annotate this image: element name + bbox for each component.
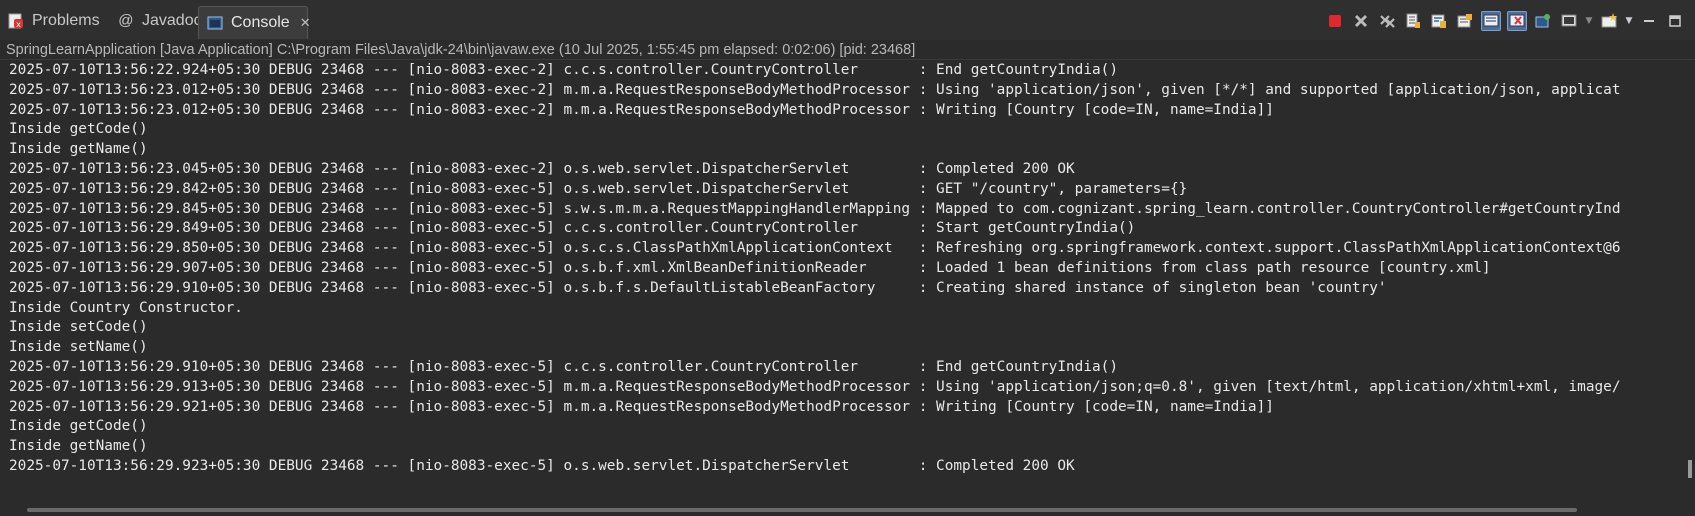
- svg-text:x: x: [16, 20, 21, 29]
- close-icon[interactable]: ✕: [300, 15, 311, 31]
- problems-icon: x: [8, 13, 24, 29]
- console-line: 2025-07-10T13:56:23.012+05:30 DEBUG 2346…: [9, 81, 1621, 98]
- console-output[interactable]: 2025-07-10T13:56:22.924+05:30 DEBUG 2346…: [5, 61, 1688, 498]
- console-line: Inside getCode(): [9, 121, 148, 138]
- console-line: 2025-07-10T13:56:29.913+05:30 DEBUG 2346…: [9, 378, 1621, 395]
- console-line: 2025-07-10T13:56:29.907+05:30 DEBUG 2346…: [9, 259, 1491, 276]
- maximize-icon[interactable]: [1665, 11, 1685, 31]
- tab-label: Javadoc: [142, 12, 202, 29]
- console-line: 2025-07-10T13:56:29.923+05:30 DEBUG 2346…: [9, 457, 1075, 474]
- scrollbar-thumb[interactable]: [27, 508, 1577, 512]
- console-line: 2025-07-10T13:56:29.842+05:30 DEBUG 2346…: [9, 180, 1188, 197]
- new-console-icon[interactable]: [1599, 11, 1619, 31]
- console-line: 2025-07-10T13:56:29.849+05:30 DEBUG 2346…: [9, 220, 1136, 237]
- terminate-icon[interactable]: [1325, 11, 1345, 31]
- console-line: 2025-07-10T13:56:29.850+05:30 DEBUG 2346…: [9, 240, 1621, 257]
- scroll-lock-icon[interactable]: [1403, 11, 1423, 31]
- vertical-scrollbar-thumb[interactable]: [1688, 460, 1692, 478]
- console-line: 2025-07-10T13:56:29.910+05:30 DEBUG 2346…: [9, 358, 1118, 375]
- console-icon: [207, 15, 223, 31]
- console-line: Inside setName(): [9, 339, 148, 356]
- tab-problems[interactable]: x Problems: [8, 7, 100, 35]
- word-wrap-icon[interactable]: [1429, 11, 1449, 31]
- console-toolbar: ▼ ▼: [1325, 10, 1685, 32]
- display-console-dropdown-icon[interactable]: ▼: [1585, 11, 1593, 31]
- remove-launch-icon[interactable]: [1351, 11, 1371, 31]
- console-line: Inside setCode(): [9, 319, 148, 336]
- show-stdout-icon[interactable]: [1481, 11, 1501, 31]
- console-line: 2025-07-10T13:56:22.924+05:30 DEBUG 2346…: [9, 62, 1118, 78]
- console-line: Inside getName(): [9, 438, 148, 455]
- console-lines: 2025-07-10T13:56:22.924+05:30 DEBUG 2346…: [5, 61, 1688, 477]
- console-line: Inside getName(): [9, 141, 148, 158]
- view-tab-bar: x Problems @ Javadoc Console ✕ ▼ ▼: [0, 0, 1695, 41]
- show-stderr-icon[interactable]: [1507, 11, 1527, 31]
- remove-all-terminated-icon[interactable]: [1377, 11, 1397, 31]
- display-console-icon[interactable]: [1559, 11, 1579, 31]
- console-line: 2025-07-10T13:56:23.045+05:30 DEBUG 2346…: [9, 160, 1075, 177]
- tab-javadoc[interactable]: @ Javadoc: [118, 7, 202, 35]
- console-line: 2025-07-10T13:56:23.012+05:30 DEBUG 2346…: [9, 101, 1274, 118]
- tab-label: Problems: [32, 12, 100, 29]
- pin-console-icon[interactable]: [1533, 11, 1553, 31]
- console-line: 2025-07-10T13:56:29.921+05:30 DEBUG 2346…: [9, 398, 1274, 415]
- console-line: Inside Country Constructor.: [9, 299, 243, 316]
- tab-console[interactable]: Console ✕: [198, 6, 311, 39]
- new-console-dropdown-icon[interactable]: ▼: [1625, 11, 1633, 31]
- show-console-on-output-icon[interactable]: [1455, 11, 1475, 31]
- console-line: Inside getCode(): [9, 418, 148, 435]
- javadoc-icon: @: [118, 12, 134, 29]
- minimize-icon[interactable]: [1639, 11, 1659, 31]
- console-line: 2025-07-10T13:56:29.845+05:30 DEBUG 2346…: [9, 200, 1621, 217]
- tab-label: Console: [231, 14, 290, 31]
- console-line: 2025-07-10T13:56:29.910+05:30 DEBUG 2346…: [9, 279, 1387, 296]
- launch-status: SpringLearnApplication [Java Application…: [0, 40, 1695, 60]
- horizontal-scrollbar[interactable]: [5, 500, 1688, 514]
